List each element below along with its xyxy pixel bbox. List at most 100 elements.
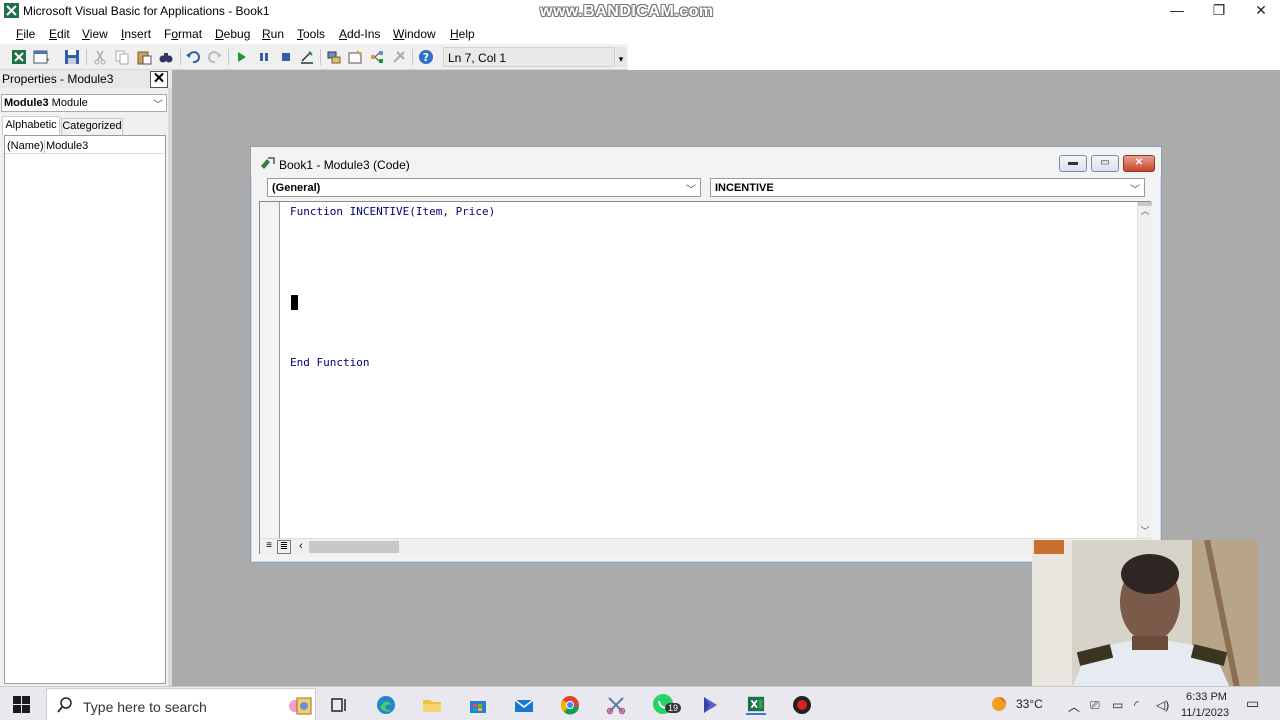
break-icon[interactable]	[256, 49, 272, 65]
windows-start-icon[interactable]	[13, 696, 30, 713]
search-highlight-icon	[289, 697, 312, 715]
snipping-tool-icon[interactable]	[606, 695, 626, 715]
meet-now-icon[interactable]: ⎚	[1090, 698, 1100, 713]
code-line[interactable]: Function INCENTIVE(Item, Price)	[290, 205, 495, 218]
microsoft-store-icon[interactable]	[468, 695, 488, 715]
tab-alphabetic[interactable]: Alphabetic	[2, 116, 60, 135]
battery-icon[interactable]: ▭	[1112, 698, 1123, 712]
property-row[interactable]: (Name) Module3	[5, 138, 165, 154]
clock-date[interactable]: 11/1/2023	[1181, 707, 1229, 719]
code-minimize-button[interactable]: ▬	[1059, 155, 1087, 172]
toolbar-separator	[412, 49, 413, 65]
undo-icon[interactable]	[185, 49, 201, 65]
minimize-button[interactable]: —	[1154, 0, 1200, 22]
code-line[interactable]: End Function	[290, 356, 369, 369]
object-type: Module	[48, 97, 88, 109]
menu-bar: File Edit View Insert Foormatrmat Debug …	[0, 22, 1280, 44]
properties-title: Properties - Module3	[2, 72, 114, 86]
taskbar-search-box[interactable]: Type here to search	[46, 688, 316, 720]
toolbox-icon[interactable]	[391, 49, 407, 65]
menu-add-ins[interactable]: Add-Ins	[339, 27, 380, 41]
design-mode-icon[interactable]	[299, 49, 315, 65]
menu-file[interactable]: File	[16, 27, 35, 41]
edge-browser-icon[interactable]	[376, 695, 396, 715]
cut-icon[interactable]	[92, 49, 108, 65]
project-explorer-icon[interactable]	[326, 49, 342, 65]
save-icon[interactable]	[64, 49, 80, 65]
toolbar-separator	[180, 49, 181, 65]
toolbar-separator	[320, 49, 321, 65]
view-excel-icon[interactable]	[11, 49, 27, 65]
margin-indicator-bar[interactable]	[260, 202, 280, 538]
show-hidden-icons-icon[interactable]: ︿	[1068, 698, 1080, 715]
task-view-icon[interactable]	[328, 695, 348, 715]
redo-icon[interactable]	[207, 49, 223, 65]
close-button[interactable]: ✕	[1238, 0, 1280, 22]
code-close-button[interactable]: ✕	[1123, 155, 1155, 172]
module-icon	[261, 157, 275, 169]
code-window: Book1 - Module3 (Code) ▬ ▭ ✕ (General) ﹀…	[250, 146, 1162, 563]
code-window-titlebar: Book1 - Module3 (Code) ▬ ▭ ✕	[251, 147, 1161, 177]
title-bar: Microsoft Visual Basic for Applications …	[0, 0, 1280, 22]
restore-button[interactable]: ❐	[1196, 0, 1242, 22]
code-restore-button[interactable]: ▭	[1091, 155, 1119, 172]
vertical-scrollbar[interactable]: ︿ ﹀	[1137, 202, 1152, 538]
menu-window[interactable]: Window	[393, 27, 436, 41]
property-name: (Name)	[7, 140, 45, 154]
menu-edit[interactable]: Edit	[49, 27, 70, 41]
recording-watermark: www.BANDICAM.com	[540, 3, 714, 20]
copy-icon[interactable]	[114, 49, 130, 65]
object-browser-icon[interactable]	[369, 49, 385, 65]
scroll-up-icon[interactable]: ︿	[1138, 204, 1152, 216]
help-icon[interactable]: ?	[418, 49, 434, 65]
network-icon[interactable]: ◜	[1134, 698, 1139, 712]
scroll-left-icon[interactable]: ‹	[294, 540, 308, 554]
excel-taskbar-icon[interactable]	[746, 695, 766, 715]
property-value[interactable]: Module3	[46, 140, 88, 152]
mail-icon[interactable]	[514, 695, 534, 715]
properties-header: Properties - Module3 ✕	[0, 70, 172, 88]
toolbar-options-button[interactable]: ▾	[616, 47, 626, 67]
procedure-combo[interactable]: INCENTIVE ﹀	[710, 178, 1145, 197]
chevron-down-icon: ﹀	[686, 185, 696, 196]
toolbar-empty-area	[628, 44, 1280, 70]
whatsapp-icon[interactable]: 19	[652, 693, 684, 717]
menu-run[interactable]: Run	[262, 27, 284, 41]
menu-help[interactable]: Help	[450, 27, 475, 41]
menu-format[interactable]: Foormatrmat	[164, 27, 202, 41]
menu-tools[interactable]: Tools	[297, 27, 325, 41]
media-player-icon[interactable]	[700, 695, 720, 715]
toolbar-separator	[86, 49, 87, 65]
menu-view[interactable]: View	[82, 27, 108, 41]
find-icon[interactable]	[158, 49, 174, 65]
notifications-icon[interactable]: ▭	[1246, 695, 1259, 712]
weather-temperature[interactable]: 33°C	[1016, 697, 1043, 711]
code-editor[interactable]: Function INCENTIVE(Item, Price) End Func…	[259, 201, 1152, 554]
volume-icon[interactable]: ◁)	[1156, 698, 1169, 712]
object-combo[interactable]: (General) ﹀	[267, 178, 701, 197]
procedure-view-icon[interactable]: ≡	[262, 540, 276, 554]
paste-icon[interactable]	[136, 49, 152, 65]
file-explorer-icon[interactable]	[422, 695, 442, 715]
horizontal-scrollbar[interactable]: ≡ ≣ ‹	[260, 538, 1151, 554]
weather-icon[interactable]	[990, 694, 1010, 714]
procedure-combo-value: INCENTIVE	[715, 182, 774, 194]
properties-window-icon[interactable]	[347, 49, 363, 65]
reset-icon[interactable]	[278, 49, 294, 65]
insert-userform-icon[interactable]	[33, 49, 49, 65]
tab-categorized[interactable]: Categorized	[61, 118, 123, 135]
properties-object-select[interactable]: Module3 Module ﹀	[1, 94, 167, 112]
clock-time[interactable]: 6:33 PM	[1186, 691, 1227, 703]
window-title: Microsoft Visual Basic for Applications …	[23, 4, 270, 18]
chrome-icon[interactable]	[560, 695, 580, 715]
record-icon[interactable]	[792, 695, 812, 715]
scroll-down-icon[interactable]: ﹀	[1138, 524, 1152, 536]
menu-debug[interactable]: Debug	[215, 27, 250, 41]
svg-text:?: ?	[423, 51, 429, 64]
cursor-position-indicator: Ln 7, Col 1	[443, 47, 615, 67]
run-icon[interactable]	[234, 49, 250, 65]
menu-insert[interactable]: Insert	[121, 27, 151, 41]
full-module-view-icon[interactable]: ≣	[277, 540, 291, 554]
properties-close-button[interactable]: ✕	[150, 71, 168, 88]
scrollbar-thumb[interactable]	[309, 541, 399, 553]
